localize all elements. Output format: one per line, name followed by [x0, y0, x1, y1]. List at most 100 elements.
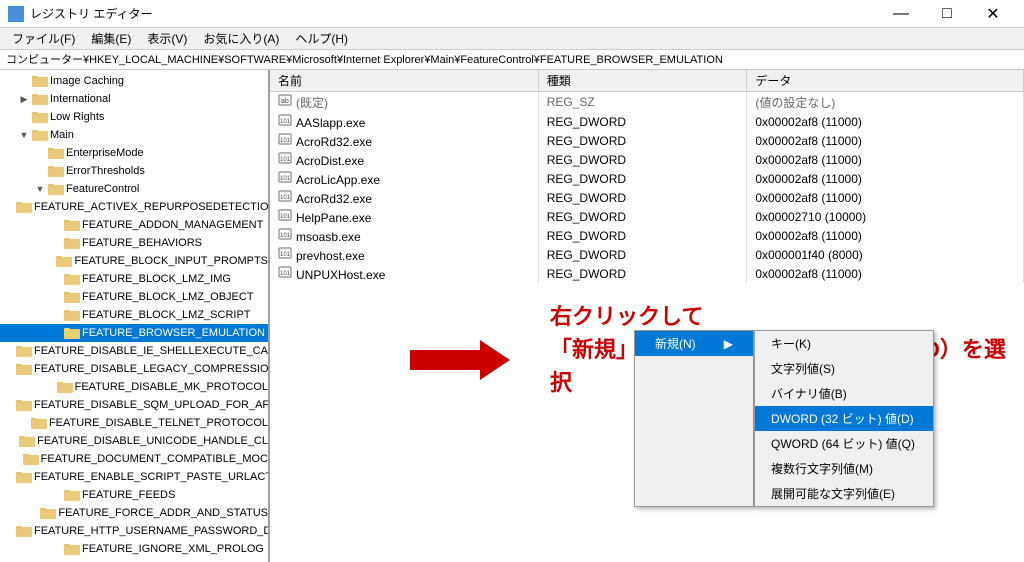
- svg-text:101: 101: [280, 195, 291, 201]
- minimize-button[interactable]: —: [878, 0, 924, 28]
- tree-item-feature-force-addr[interactable]: FEATURE_FORCE_ADDR_AND_STATUS: [0, 504, 268, 522]
- tree-item-feature-block-lmz-script[interactable]: FEATURE_BLOCK_LMZ_SCRIPT: [0, 306, 268, 324]
- new-menu-item[interactable]: 新規(N) ▶: [635, 331, 753, 356]
- tree-item-feature-block-input[interactable]: FEATURE_BLOCK_INPUT_PROMPTS: [0, 252, 268, 270]
- menu-bar: ファイル(F)編集(E)表示(V)お気に入り(A)ヘルプ(H): [0, 28, 1024, 50]
- cell-data: 0x00002af8 (11000): [747, 131, 1024, 150]
- submenu-item-string[interactable]: 文字列値(S): [755, 356, 933, 381]
- app-icon: [8, 6, 24, 22]
- tree-expander-feature-behaviors: [48, 235, 64, 251]
- folder-icon-low-rights: [32, 109, 48, 125]
- tree-label-feature-block-input: FEATURE_BLOCK_INPUT_PROMPTS: [74, 253, 268, 269]
- tree-item-feature-disable-mk[interactable]: FEATURE_DISABLE_MK_PROTOCOL: [0, 378, 268, 396]
- tree-item-feature-document[interactable]: FEATURE_DOCUMENT_COMPATIBLE_MOC: [0, 450, 268, 468]
- tree-item-feature-block-lmz-obj[interactable]: FEATURE_BLOCK_LMZ_OBJECT: [0, 288, 268, 306]
- tree-expander-feature-control[interactable]: ▼: [32, 181, 48, 197]
- folder-icon-feature-disable-ie: [16, 343, 32, 359]
- cell-type: REG_DWORD: [538, 245, 747, 264]
- submenu-item-key[interactable]: キー(K): [755, 331, 933, 356]
- cell-data: (値の設定なし): [747, 92, 1024, 113]
- tree-item-feature-browser-emulation[interactable]: FEATURE_BROWSER_EMULATION: [0, 324, 268, 342]
- table-row[interactable]: ab(既定)REG_SZ(値の設定なし): [270, 92, 1024, 113]
- tree-expander-main[interactable]: ▼: [16, 127, 32, 143]
- tree-item-image-caching[interactable]: Image Caching: [0, 72, 268, 90]
- tree-item-feature-addon[interactable]: FEATURE_ADDON_MANAGEMENT: [0, 216, 268, 234]
- menu-item-a[interactable]: お気に入り(A): [195, 28, 287, 49]
- new-submenu[interactable]: キー(K)文字列値(S)バイナリ値(B)DWORD (32 ビット) 値(D)Q…: [754, 330, 934, 507]
- submenu-item-expandstring[interactable]: 展開可能な文字列値(E): [755, 481, 933, 506]
- new-submenu-trigger[interactable]: 新規(N) ▶: [634, 330, 754, 507]
- table-row[interactable]: 101prevhost.exeREG_DWORD0x000001f40 (800…: [270, 245, 1024, 264]
- new-menu-label: 新規(N): [655, 335, 696, 352]
- tree-item-feature-feeds[interactable]: FEATURE_FEEDS: [0, 486, 268, 504]
- svg-text:ab: ab: [281, 98, 289, 105]
- table-row[interactable]: 101AcroRd32.exeREG_DWORD0x00002af8 (1100…: [270, 188, 1024, 207]
- tree-item-feature-ignore-xml[interactable]: FEATURE_IGNORE_XML_PROLOG: [0, 540, 268, 558]
- menu-item-h[interactable]: ヘルプ(H): [287, 28, 356, 49]
- tree-item-feature-http-username[interactable]: FEATURE_HTTP_USERNAME_PASSWORD_D: [0, 522, 268, 540]
- folder-icon-feature-ignore-xml: [64, 541, 80, 557]
- tree-expander-image-caching: [16, 73, 32, 89]
- menu-item-v[interactable]: 表示(V): [139, 28, 195, 49]
- tree-expander-feature-disable-legacy: [0, 361, 16, 377]
- submenu-item-qword[interactable]: QWORD (64 ビット) 値(Q): [755, 431, 933, 456]
- tree-item-feature-enable-script[interactable]: FEATURE_ENABLE_SCRIPT_PASTE_URLACTI: [0, 468, 268, 486]
- tree-item-feature-behaviors[interactable]: FEATURE_BEHAVIORS: [0, 234, 268, 252]
- tree-label-feature-activex: FEATURE_ACTIVEX_REPURPOSEDETECTION: [34, 199, 270, 215]
- tree-item-main[interactable]: ▼ Main: [0, 126, 268, 144]
- submenu-item-multistring[interactable]: 複数行文字列値(M): [755, 456, 933, 481]
- tree-expander-international[interactable]: ▶: [16, 91, 32, 107]
- cell-name: AcroRd32.exe: [296, 192, 372, 206]
- close-button[interactable]: ✕: [970, 0, 1016, 28]
- col-header-data: データ: [747, 70, 1024, 92]
- table-row[interactable]: 101msoasb.exeREG_DWORD0x00002af8 (11000): [270, 226, 1024, 245]
- folder-icon-feature-force-addr: [40, 505, 56, 521]
- tree-label-low-rights: Low Rights: [50, 109, 104, 125]
- tree-item-feature-disable-ie[interactable]: FEATURE_DISABLE_IE_SHELLEXECUTE_CALI: [0, 342, 268, 360]
- tree-item-feature-disable-unicode[interactable]: FEATURE_DISABLE_UNICODE_HANDLE_CL: [0, 432, 268, 450]
- cell-data: 0x00002710 (10000): [747, 207, 1024, 226]
- table-row[interactable]: 101AcroRd32.exeREG_DWORD0x00002af8 (1100…: [270, 131, 1024, 150]
- folder-icon-feature-control: [48, 181, 64, 197]
- tree-item-international[interactable]: ▶ International: [0, 90, 268, 108]
- tree-item-feature-imaging-use-art[interactable]: FEATURE_IMAGING_USE_ART: [0, 558, 268, 562]
- folder-icon-feature-disable-mk: [57, 379, 73, 395]
- tree-label-feature-block-lmz-obj: FEATURE_BLOCK_LMZ_OBJECT: [82, 289, 254, 305]
- tree-item-feature-disable-legacy[interactable]: FEATURE_DISABLE_LEGACY_COMPRESSIONI: [0, 360, 268, 378]
- tree-item-feature-disable-sqm[interactable]: FEATURE_DISABLE_SQM_UPLOAD_FOR_AF: [0, 396, 268, 414]
- tree-label-image-caching: Image Caching: [50, 73, 124, 89]
- cell-data: 0x00002af8 (11000): [747, 150, 1024, 169]
- tree-item-feature-block-lmz-img[interactable]: FEATURE_BLOCK_LMZ_IMG: [0, 270, 268, 288]
- submenu-item-binary[interactable]: バイナリ値(B): [755, 381, 933, 406]
- table-row[interactable]: 101AcroLicApp.exeREG_DWORD0x00002af8 (11…: [270, 169, 1024, 188]
- tree-label-feature-disable-mk: FEATURE_DISABLE_MK_PROTOCOL: [75, 379, 268, 395]
- window-title: レジストリ エディター: [30, 5, 153, 22]
- submenu-arrow-icon: ▶: [724, 337, 733, 351]
- maximize-button[interactable]: □: [924, 0, 970, 28]
- dword-icon: 101: [278, 246, 292, 263]
- tree-item-error-thresholds[interactable]: ErrorThresholds: [0, 162, 268, 180]
- tree-panel[interactable]: Image Caching▶ International Low Rights▼…: [0, 70, 270, 562]
- tree-item-enterprise-mode[interactable]: EnterpriseMode: [0, 144, 268, 162]
- address-path: コンピューター¥HKEY_LOCAL_MACHINE¥SOFTWARE¥Micr…: [6, 54, 723, 66]
- table-row[interactable]: 101AASlapp.exeREG_DWORD0x00002af8 (11000…: [270, 112, 1024, 131]
- table-row[interactable]: 101AcroDist.exeREG_DWORD0x00002af8 (1100…: [270, 150, 1024, 169]
- tree-item-feature-disable-telnet[interactable]: FEATURE_DISABLE_TELNET_PROTOCOL: [0, 414, 268, 432]
- table-row[interactable]: 101UNPUXHost.exeREG_DWORD0x00002af8 (110…: [270, 264, 1024, 283]
- menu-item-f[interactable]: ファイル(F): [4, 28, 83, 49]
- tree-item-feature-control[interactable]: ▼ FeatureControl: [0, 180, 268, 198]
- cell-data: 0x00002af8 (11000): [747, 112, 1024, 131]
- tree-expander-feature-disable-sqm: [0, 397, 16, 413]
- tree-label-feature-enable-script: FEATURE_ENABLE_SCRIPT_PASTE_URLACTI: [34, 469, 270, 485]
- menu-item-e[interactable]: 編集(E): [83, 28, 139, 49]
- tree-item-low-rights[interactable]: Low Rights: [0, 108, 268, 126]
- folder-icon-feature-addon: [64, 217, 80, 233]
- submenu-item-dword[interactable]: DWORD (32 ビット) 値(D): [755, 406, 933, 431]
- cell-name: AcroLicApp.exe: [296, 173, 380, 187]
- folder-icon-enterprise-mode: [48, 145, 64, 161]
- tree-label-international: International: [50, 91, 111, 107]
- col-header-name: 名前: [270, 70, 538, 92]
- tree-item-feature-activex[interactable]: FEATURE_ACTIVEX_REPURPOSEDETECTION: [0, 198, 268, 216]
- cell-name: prevhost.exe: [296, 249, 365, 263]
- table-row[interactable]: 101HelpPane.exeREG_DWORD0x00002710 (1000…: [270, 207, 1024, 226]
